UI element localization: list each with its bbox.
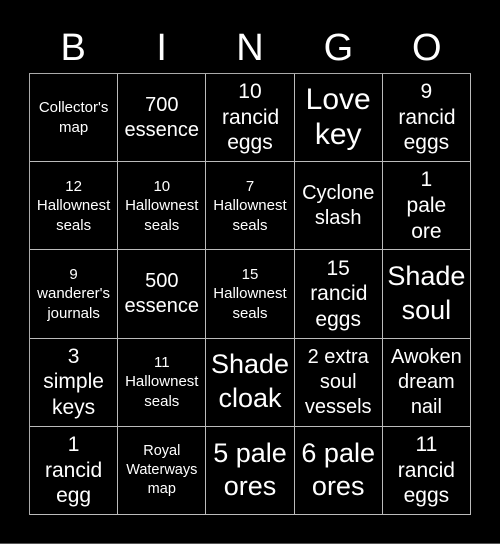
bingo-cell[interactable]: 500 essence [118, 250, 207, 339]
bingo-cell[interactable]: 10 rancid eggs [206, 74, 295, 163]
bingo-cell[interactable]: Shade soul [382, 250, 471, 339]
cell-text: 500 essence [124, 269, 200, 317]
cell-text: 11 rancid eggs [397, 432, 455, 508]
bingo-card: Collector's map 700 essence 10 rancid eg… [29, 73, 471, 515]
bingo-header: B I N G O [29, 24, 471, 72]
header-letter-g: G [323, 27, 354, 69]
bingo-cell[interactable]: Shade cloak [206, 338, 295, 427]
cell-text: 3 simple keys [43, 344, 104, 419]
cell-text: 15 Hallownest seals [213, 265, 287, 322]
cell-text: Love key [305, 83, 371, 151]
bingo-cell[interactable]: 3 simple keys [30, 338, 119, 427]
bingo-cell[interactable]: 15 Hallownest seals [206, 250, 295, 339]
bingo-cell[interactable]: 11 rancid eggs [382, 426, 471, 515]
bingo-cell[interactable]: 2 extra soul vessels [294, 338, 383, 427]
bingo-cell[interactable]: 1 rancid egg [30, 426, 119, 515]
bingo-cell[interactable]: 6 pale ores [294, 426, 383, 515]
header-letter-b: B [60, 27, 86, 69]
cell-text: Shade cloak [210, 349, 290, 414]
bingo-cell[interactable]: Collector's map [30, 74, 119, 163]
bingo-cell[interactable]: 7 Hallownest seals [206, 162, 295, 251]
bingo-cell[interactable]: 10 Hallownest seals [118, 162, 207, 251]
cell-text: 10 rancid eggs [221, 80, 280, 155]
cell-text: 12 Hallownest seals [36, 177, 111, 234]
cell-text: 15 rancid eggs [310, 256, 368, 331]
header-letter-i: I [156, 27, 167, 69]
cell-text: 9 wanderer's journals [37, 265, 111, 322]
cell-text: 2 extra soul vessels [304, 345, 372, 418]
cell-text: Royal Waterways map [126, 443, 198, 497]
cell-text: Awoken dream nail [390, 345, 462, 418]
bingo-cell[interactable]: Love key [294, 74, 383, 163]
cell-text: 1 pale ore [406, 168, 447, 243]
bingo-cell[interactable]: 700 essence [118, 74, 207, 163]
cell-text: 10 Hallownest seals [125, 177, 199, 234]
header-letter-n: N [236, 27, 264, 69]
bingo-cell[interactable]: Royal Waterways map [118, 426, 207, 515]
cell-text: 7 Hallownest seals [213, 177, 287, 234]
cell-text: Cyclone slash [302, 181, 375, 229]
cell-text: Collector's map [38, 99, 109, 136]
cell-text: 11 Hallownest seals [125, 353, 199, 410]
bingo-cell[interactable]: 9 wanderer's journals [30, 250, 119, 339]
bingo-cell[interactable]: 12 Hallownest seals [30, 162, 119, 251]
cell-text: 5 pale ores [213, 437, 287, 502]
cell-text: 6 pale ores [301, 437, 375, 502]
bingo-cell[interactable]: 15 rancid eggs [294, 250, 383, 339]
cell-text: 700 essence [124, 93, 200, 141]
bingo-cell[interactable]: 9 rancid eggs [382, 74, 471, 163]
bingo-cell[interactable]: Awoken dream nail [382, 338, 471, 427]
cell-text: Shade soul [387, 261, 466, 325]
header-letter-o: O [412, 27, 442, 69]
bingo-cell[interactable]: 5 pale ores [206, 426, 295, 515]
cell-text: 9 rancid eggs [398, 80, 456, 155]
bingo-cell[interactable]: 11 Hallownest seals [118, 338, 207, 427]
cell-text: 1 rancid egg [44, 432, 103, 508]
bingo-cell[interactable]: Cyclone slash [294, 162, 383, 251]
bingo-cell[interactable]: 1 pale ore [382, 162, 471, 251]
